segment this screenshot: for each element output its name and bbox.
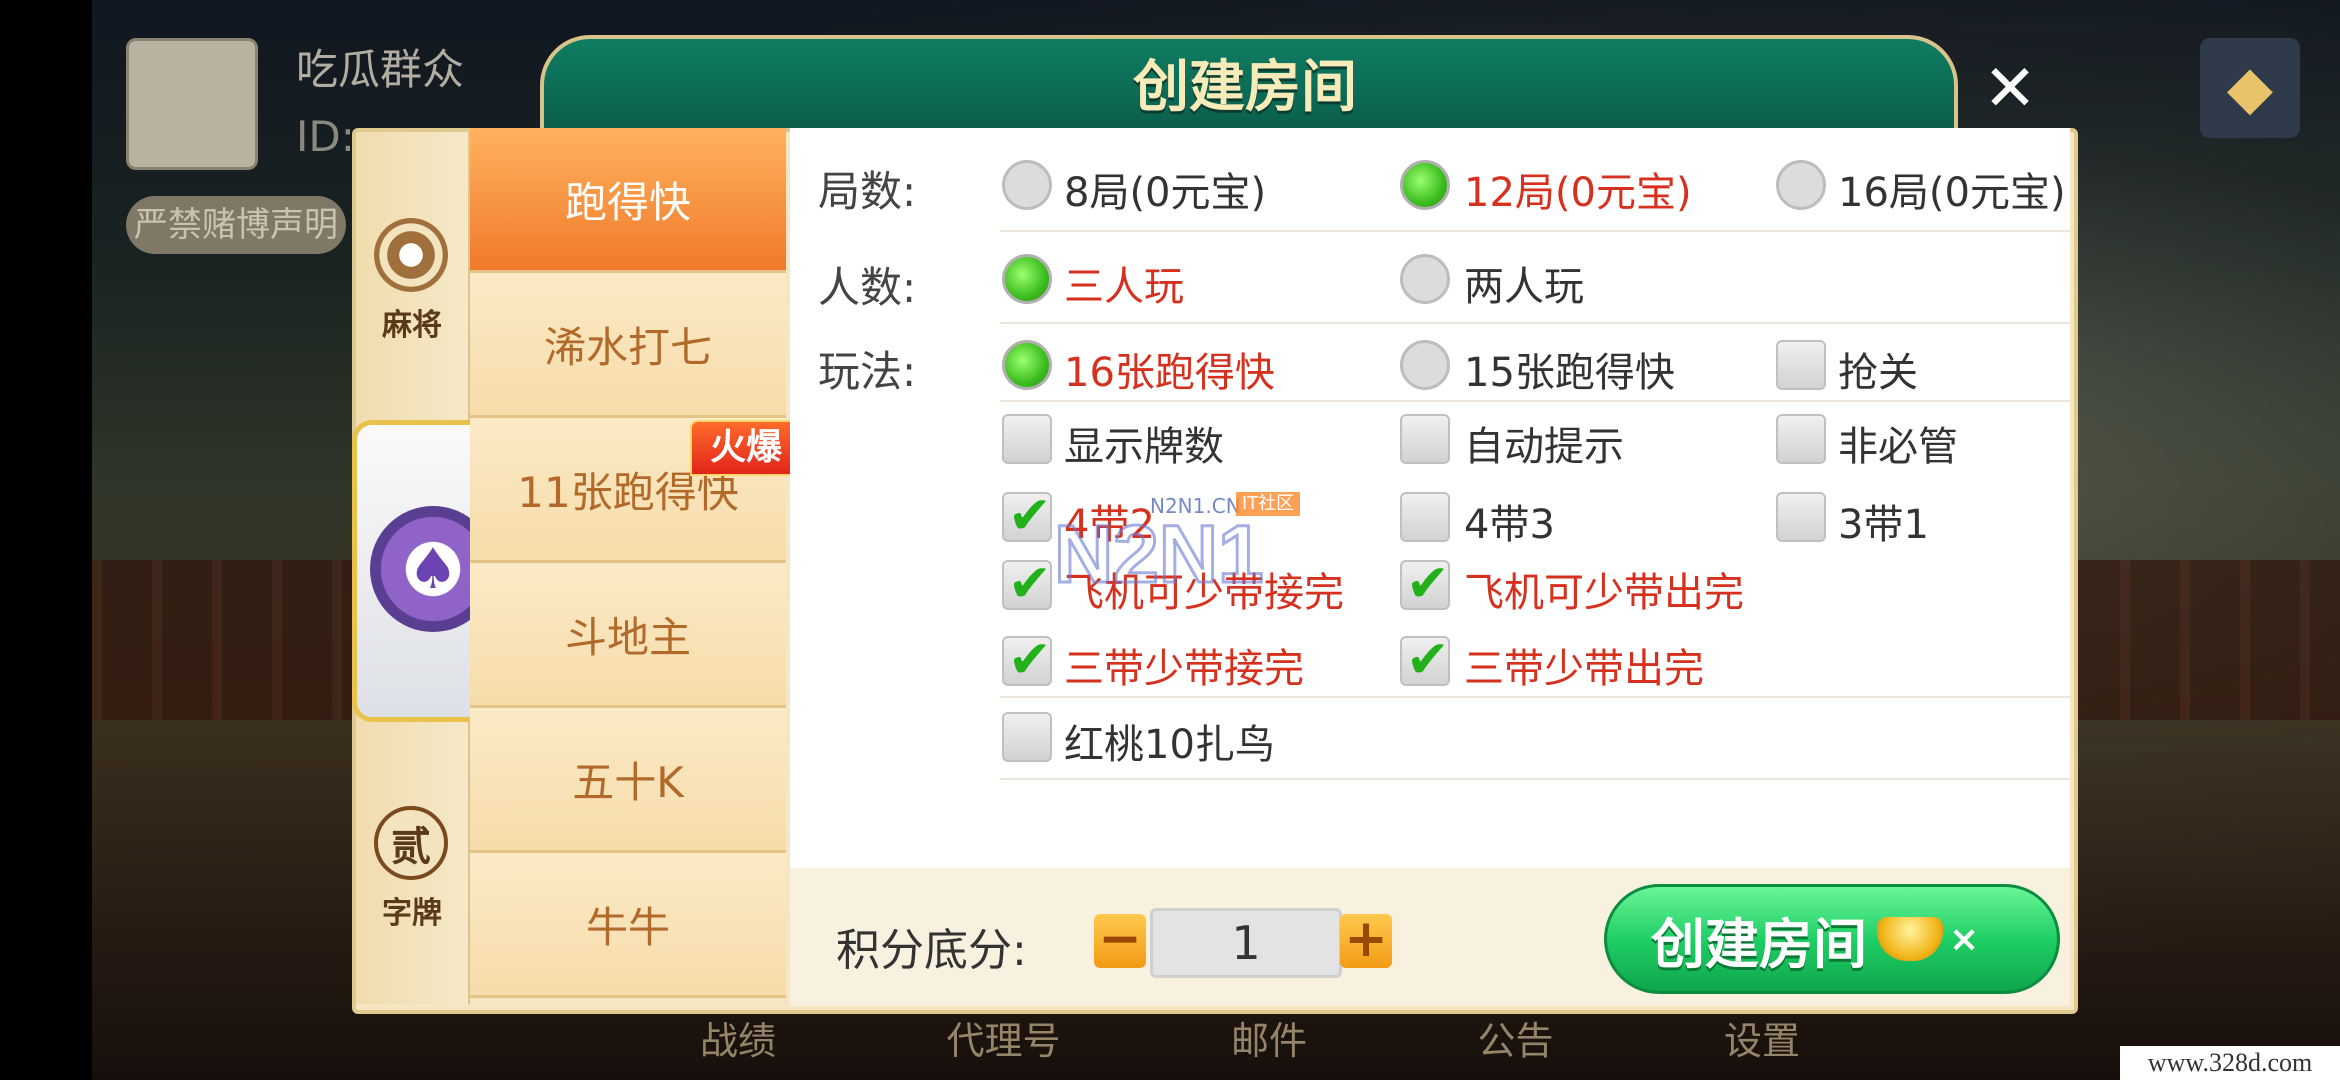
- divider: [1000, 400, 2070, 402]
- score-label: 积分底分:: [836, 925, 1027, 976]
- plane-out-checkbox[interactable]: [1400, 554, 1450, 614]
- plane-out-label[interactable]: 飞机可少带出完: [1464, 560, 1744, 618]
- mahjong-icon[interactable]: [374, 218, 448, 292]
- three-out-checkbox[interactable]: [1400, 630, 1450, 690]
- rounds-12-radio[interactable]: [1400, 160, 1450, 210]
- divider: [1000, 230, 2070, 232]
- rules-label: 玩法:: [818, 347, 917, 396]
- divider: [1000, 322, 2070, 324]
- watermark-tag: IT社区: [1236, 492, 1300, 516]
- players-label: 人数:: [818, 263, 917, 312]
- players-three-label[interactable]: 三人玩: [1064, 254, 1184, 312]
- players-three-radio[interactable]: [1002, 254, 1052, 304]
- game-tab-paodekuai[interactable]: 跑得快: [470, 128, 786, 273]
- rounds-8-label[interactable]: 8局(0元宝): [1064, 160, 1266, 218]
- heart10-checkbox[interactable]: [1002, 712, 1052, 762]
- bottom-nav: 战绩 代理号 邮件 公告 设置: [700, 1010, 1800, 1080]
- category-mahjong-label[interactable]: 麻将: [356, 300, 468, 344]
- three-one-checkbox[interactable]: [1776, 492, 1826, 542]
- divider: [1000, 696, 2070, 698]
- watermark-url: www.328d.com: [2120, 1046, 2340, 1080]
- auto-hint-label[interactable]: 自动提示: [1464, 414, 1624, 472]
- players-two-radio[interactable]: [1400, 254, 1450, 304]
- dialog-title: 创建房间: [1133, 55, 1357, 120]
- non-must-checkbox[interactable]: [1776, 414, 1826, 464]
- three-catch-label[interactable]: 三带少带接完: [1064, 636, 1304, 694]
- ingot-icon: [1877, 917, 1943, 961]
- heart10-label[interactable]: 红桃10扎鸟: [1064, 712, 1275, 770]
- plus-button[interactable]: +: [1340, 913, 1392, 968]
- score-input[interactable]: 1: [1150, 908, 1342, 978]
- close-icon[interactable]: ✕: [1980, 54, 2040, 124]
- show-count-label[interactable]: 显示牌数: [1064, 414, 1224, 472]
- rounds-label: 局数:: [818, 167, 917, 216]
- auto-hint-checkbox[interactable]: [1400, 414, 1450, 464]
- four-three-checkbox[interactable]: [1400, 492, 1450, 542]
- notice-button[interactable]: 严禁赌博声明: [126, 196, 346, 254]
- category-zipai-label[interactable]: 字牌: [356, 888, 468, 932]
- qiangguan-checkbox[interactable]: [1776, 340, 1826, 390]
- zipai-icon[interactable]: 贰: [374, 806, 448, 880]
- rounds-16-label[interactable]: 16局(0元宝): [1838, 160, 2066, 218]
- game-tab-wushik[interactable]: 五十K: [470, 708, 786, 853]
- non-must-label[interactable]: 非必管: [1838, 414, 1958, 472]
- minus-button[interactable]: −: [1094, 913, 1146, 968]
- profile-id: ID:: [296, 112, 355, 161]
- divider: [1000, 778, 2070, 780]
- mode-15-label[interactable]: 15张跑得快: [1464, 340, 1675, 398]
- hot-badge: 火爆: [690, 420, 802, 476]
- game-tab-doudizhu[interactable]: 斗地主: [470, 563, 786, 708]
- game-tab-xishui[interactable]: 浠水打七: [470, 273, 786, 418]
- show-count-checkbox[interactable]: [1002, 414, 1052, 464]
- nav-settings[interactable]: 设置: [1724, 1010, 1800, 1080]
- create-room-label: 创建房间: [1651, 912, 1867, 976]
- create-room-button[interactable]: 创建房间 ×: [1604, 884, 2060, 994]
- avatar[interactable]: [126, 38, 258, 170]
- nav-mail[interactable]: 邮件: [1231, 1010, 1307, 1080]
- four-three-label[interactable]: 4带3: [1464, 492, 1555, 550]
- mode-16-label[interactable]: 16张跑得快: [1064, 340, 1275, 398]
- three-catch-checkbox[interactable]: [1002, 630, 1052, 690]
- rounds-16-radio[interactable]: [1776, 160, 1826, 210]
- players-two-label[interactable]: 两人玩: [1464, 254, 1584, 312]
- nav-agent[interactable]: 代理号: [946, 1010, 1060, 1080]
- rounds-8-radio[interactable]: [1002, 160, 1052, 210]
- game-tab-niuniu[interactable]: 牛牛: [470, 853, 786, 998]
- profile-name: 吃瓜群众: [296, 45, 465, 94]
- menu-diamond-icon[interactable]: ◆: [2200, 38, 2300, 138]
- three-one-label[interactable]: 3带1: [1838, 492, 1929, 550]
- mode-15-radio[interactable]: [1400, 340, 1450, 390]
- nav-record[interactable]: 战绩: [700, 1010, 776, 1080]
- rounds-12-label[interactable]: 12局(0元宝): [1464, 160, 1692, 218]
- watermark-site: N2N1.CN: [1150, 494, 1241, 518]
- three-out-label[interactable]: 三带少带出完: [1464, 636, 1704, 694]
- qiangguan-label[interactable]: 抢关: [1838, 340, 1918, 398]
- nav-announce[interactable]: 公告: [1477, 1010, 1553, 1080]
- watermark-logo-text: N2N1: [1054, 509, 1264, 592]
- cost-multiplier: ×: [1949, 918, 1980, 960]
- mode-16-radio[interactable]: [1002, 340, 1052, 390]
- game-tab-list: 跑得快 浠水打七 11张跑得快 斗地主 五十K 牛牛: [470, 128, 786, 1006]
